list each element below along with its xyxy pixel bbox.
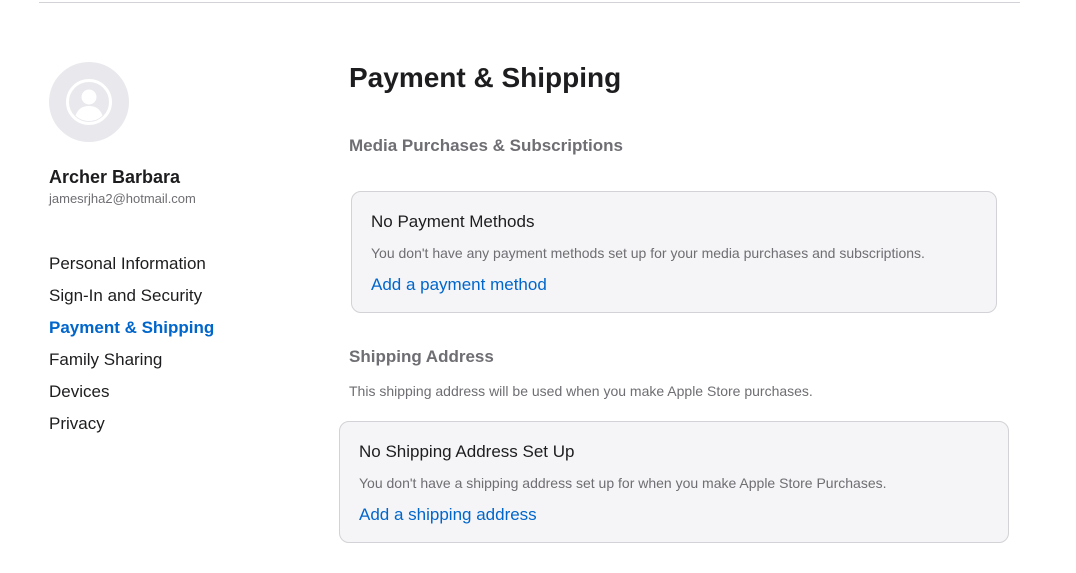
payment-methods-card: No Payment Methods You don't have any pa…	[351, 191, 997, 313]
shipping-address-heading: Shipping Address	[349, 347, 494, 366]
top-divider	[39, 2, 1020, 3]
sidebar: Archer Barbara jamesrjha2@hotmail.com Pe…	[49, 62, 309, 456]
page: Archer Barbara jamesrjha2@hotmail.com Pe…	[0, 0, 1076, 573]
media-purchases-heading: Media Purchases & Subscriptions	[349, 136, 623, 155]
payment-card-title: No Payment Methods	[371, 212, 535, 231]
shipping-card-title: No Shipping Address Set Up	[359, 442, 575, 461]
sidebar-item-privacy[interactable]: Privacy	[49, 408, 309, 440]
add-shipping-address-link[interactable]: Add a shipping address	[359, 504, 537, 526]
person-circle-icon	[66, 79, 112, 125]
add-payment-method-link[interactable]: Add a payment method	[371, 274, 547, 296]
sidebar-item-sign-in-and-security[interactable]: Sign-In and Security	[49, 280, 309, 312]
sidebar-item-family-sharing[interactable]: Family Sharing	[49, 344, 309, 376]
shipping-address-card: No Shipping Address Set Up You don't hav…	[339, 421, 1009, 543]
user-email: jamesrjha2@hotmail.com	[49, 191, 196, 206]
payment-card-description: You don't have any payment methods set u…	[371, 245, 925, 261]
sidebar-nav: Personal Information Sign-In and Securit…	[49, 248, 309, 440]
page-title: Payment & Shipping	[349, 62, 622, 93]
main-content: Payment & Shipping Media Purchases & Sub…	[339, 60, 1009, 543]
user-name: Archer Barbara	[49, 167, 181, 187]
shipping-address-description: This shipping address will be used when …	[349, 383, 813, 399]
sidebar-item-personal-information[interactable]: Personal Information	[49, 248, 309, 280]
avatar[interactable]	[49, 62, 129, 142]
sidebar-item-devices[interactable]: Devices	[49, 376, 309, 408]
sidebar-item-payment-and-shipping[interactable]: Payment & Shipping	[49, 312, 309, 344]
shipping-card-description: You don't have a shipping address set up…	[359, 475, 887, 491]
